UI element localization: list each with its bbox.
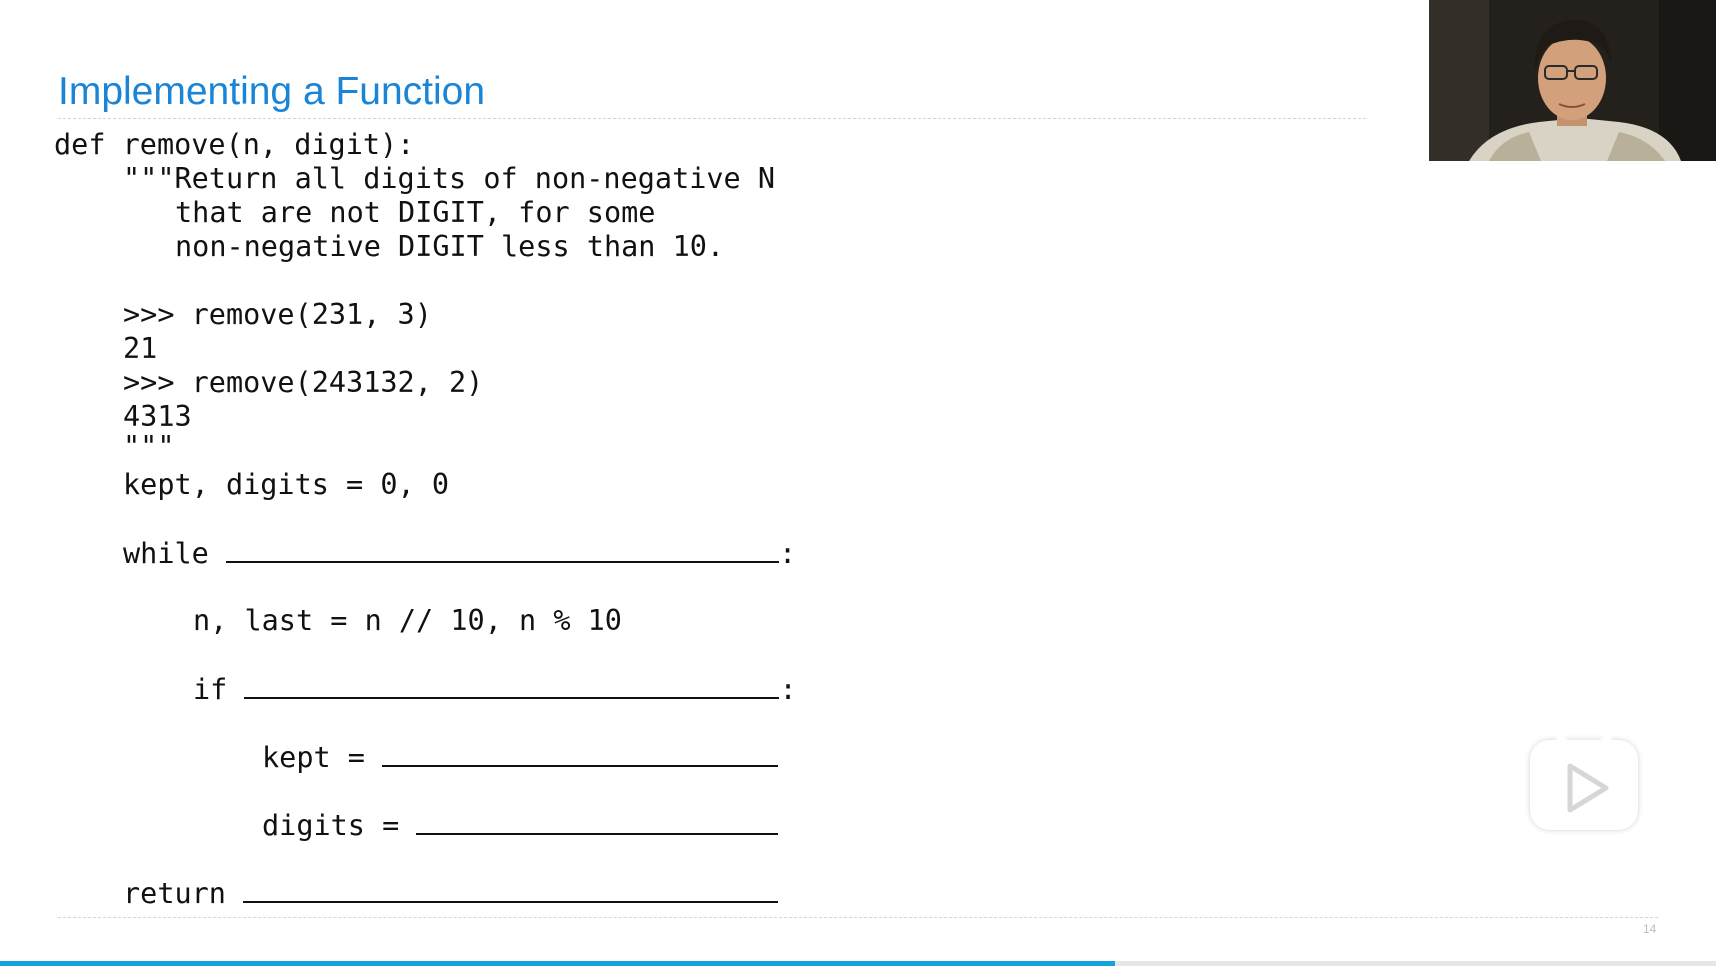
footer-divider [58, 917, 1658, 918]
slide-page-number: 14 [1643, 922, 1657, 936]
code-line-return: return [123, 877, 779, 910]
while-keyword: while [123, 537, 226, 570]
digits-expression-blank [416, 811, 779, 835]
digits-label: digits = [262, 809, 417, 842]
code-doctest-result: 4313 [123, 400, 192, 433]
return-expression-blank [243, 879, 779, 903]
if-condition-blank [244, 675, 780, 699]
code-docstring-line: """Return all digits of non-negative N [123, 162, 776, 195]
while-colon: : [778, 537, 797, 570]
kept-label: kept = [262, 741, 383, 774]
code-docstring-close: """ [123, 430, 175, 463]
presenter-video [1429, 0, 1716, 161]
play-button[interactable] [1530, 734, 1638, 830]
code-line-init: kept, digits = 0, 0 [123, 468, 450, 501]
code-line-def: def remove(n, digit): [54, 128, 415, 161]
code-line-while: while : [123, 539, 796, 569]
if-keyword: if [193, 673, 245, 706]
code-line-digits: digits = [262, 809, 779, 842]
kept-expression-blank [382, 743, 779, 767]
while-condition-blank [225, 539, 779, 563]
video-progress-fill [0, 961, 1116, 966]
code-doctest-prompt: >>> remove(243132, 2) [123, 366, 484, 399]
if-colon: : [779, 673, 797, 706]
return-keyword: return [123, 877, 244, 910]
video-progress-bar[interactable] [0, 961, 1716, 966]
webcam-overlay [1429, 0, 1716, 161]
slide-stage: Implementing a Function def remove(n, di… [0, 0, 1716, 966]
code-block: def remove(n, digit): """Return all digi… [0, 0, 900, 920]
code-line-split: n, last = n // 10, n % 10 [193, 604, 622, 637]
code-docstring-line: non-negative DIGIT less than 10. [175, 230, 725, 263]
code-docstring-line: that are not DIGIT, for some [175, 196, 656, 229]
code-line-kept: kept = [262, 741, 779, 774]
code-doctest-result: 21 [123, 332, 158, 365]
play-icon [1556, 734, 1612, 813]
code-doctest-prompt: >>> remove(231, 3) [123, 298, 432, 331]
code-line-if: if : [193, 675, 797, 705]
